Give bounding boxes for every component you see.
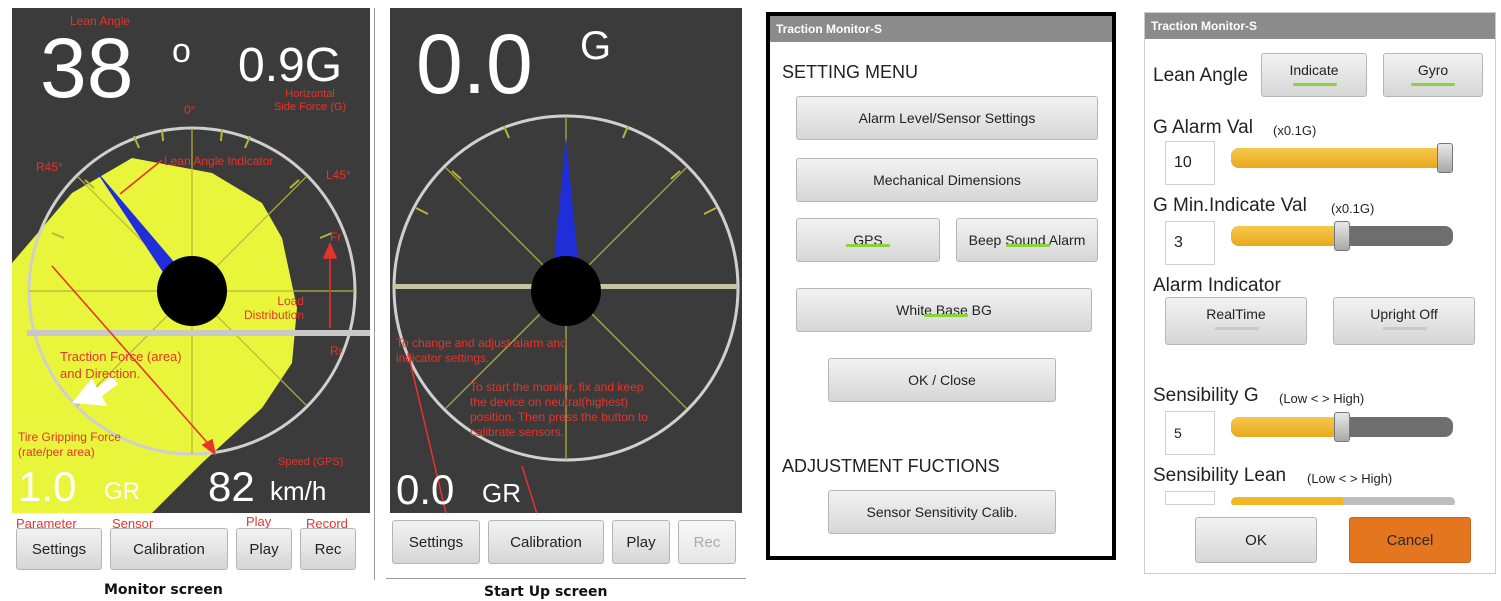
white-bg-toggle-indicator (924, 314, 968, 317)
ok-button[interactable]: OK (1195, 517, 1317, 563)
startup-calibration-button[interactable]: Calibration (488, 520, 604, 564)
r45-label: R45° (36, 160, 63, 174)
startup-gr-unit: GR (482, 478, 521, 508)
g-min-indicate-unit: (x0.1G) (1331, 201, 1375, 216)
g-min-indicate-label: G Min.Indicate Val (1153, 195, 1307, 216)
zero-degree-label: 0° (184, 103, 196, 117)
beep-toggle-indicator (1006, 244, 1050, 247)
slider-fill (1231, 417, 1342, 437)
lean-angle-label: Lean Angle (1153, 65, 1249, 86)
g-alarm-slider[interactable] (1231, 143, 1453, 173)
startup-screen: 0.0 G To change and adjust alarm and ind… (386, 8, 746, 580)
tire-gripping-caption: Tire Gripping Force (rate/per area) (18, 430, 121, 459)
white-base-bg-button[interactable]: White Base BG (796, 288, 1092, 332)
gr-value: 1.0 (18, 463, 77, 510)
load-band (27, 330, 370, 336)
calibration-button[interactable]: Calibration (110, 528, 228, 570)
startup-display: 0.0 G To change and adjust alarm and ind… (390, 8, 742, 513)
monitor-screen-caption: Monitor screen (104, 582, 223, 598)
l45-label: L45° (326, 168, 351, 182)
g-min-slider[interactable] (1231, 221, 1453, 251)
sensibility-lean-label: Sensibility Lean (1153, 465, 1287, 486)
settings-hint: To change and adjust alarm and indicator… (396, 336, 567, 365)
sensibility-g-slider[interactable] (1231, 412, 1453, 442)
alarm-indicator-label: Alarm Indicator (1153, 275, 1281, 296)
mechanical-dimensions-button[interactable]: Mechanical Dimensions (796, 158, 1098, 202)
rr-label: Rr (330, 344, 343, 358)
g-force-value: 0.9G (238, 39, 343, 92)
g-alarm-label: G Alarm Val (1153, 117, 1253, 138)
startup-screen-caption: Start Up screen (484, 584, 608, 600)
startup-play-button[interactable]: Play (612, 520, 670, 564)
adjustment-heading: ADJUSTMENT FUCTIONS (782, 456, 1000, 476)
startup-gr-value: 0.0 (396, 466, 455, 513)
upright-toggle-indicator (1383, 327, 1427, 330)
g-min-value-box[interactable]: 3 (1165, 221, 1215, 265)
alarm-settings-titlebar: Traction Monitor-S (1145, 13, 1495, 39)
g-alarm-value-box[interactable]: 10 (1165, 141, 1215, 185)
beep-sound-button[interactable]: Beep Sound Alarm (956, 218, 1098, 262)
speed-caption: Speed (GPS) (278, 456, 344, 468)
horizontal-side-force-caption: Horizontal Side Force (G) (274, 88, 347, 113)
slider-thumb[interactable] (1334, 221, 1350, 251)
gauge-hub (157, 256, 227, 326)
gyro-button[interactable]: Gyro (1383, 53, 1483, 97)
sensibility-lean-range: (Low < > High) (1307, 471, 1393, 486)
lean-angle-value: 38 (40, 21, 134, 115)
sensibility-lean-partial (1165, 491, 1455, 505)
monitor-screen: Lean Angle 38 o 0.9G Horizontal Side For… (8, 8, 375, 580)
calibration-hint: To start the monitor, fix and keep the d… (470, 380, 648, 439)
gyro-toggle-indicator (1411, 83, 1455, 86)
sensibility-g-label: Sensibility G (1153, 385, 1259, 406)
sensor-sensitivity-button[interactable]: Sensor Sensitivity Calib. (828, 490, 1056, 534)
g-alarm-unit: (x0.1G) (1273, 123, 1317, 138)
cancel-button[interactable]: Cancel (1349, 517, 1471, 563)
alarm-level-button[interactable]: Alarm Level/Sensor Settings (796, 96, 1098, 140)
realtime-button[interactable]: RealTime (1165, 297, 1307, 345)
play-caption: Play (246, 514, 272, 529)
gr-unit: GR (104, 478, 140, 505)
setting-menu-window: Traction Monitor-S SETTING MENU Alarm Le… (766, 12, 1116, 560)
settings-button[interactable]: Settings (16, 528, 102, 570)
monitor-display: Lean Angle 38 o 0.9G Horizontal Side For… (12, 8, 370, 513)
sensibility-g-range: (Low < > High) (1279, 391, 1365, 406)
rec-button[interactable]: Rec (300, 528, 356, 570)
fr-label: Fr (330, 230, 342, 244)
traction-force-caption: Traction Force (area) and Direction. (60, 349, 182, 381)
lean-indicator-caption: Lean Angle Indicator (164, 154, 274, 168)
slider-thumb[interactable] (1437, 143, 1453, 173)
alarm-settings-window: Traction Monitor-S Lean Angle Indicate G… (1144, 12, 1496, 574)
slider-fill (1231, 148, 1445, 168)
startup-g-unit: G (580, 24, 612, 68)
startup-hub (531, 256, 601, 326)
speed-value: 82 (208, 463, 255, 510)
ok-close-button[interactable]: OK / Close (828, 358, 1056, 402)
load-distribution-caption: Load Distribution (244, 294, 305, 322)
realtime-toggle-indicator (1215, 327, 1259, 330)
sensibility-g-value-box[interactable]: 5 (1165, 411, 1215, 455)
play-button[interactable]: Play (236, 528, 292, 570)
startup-rec-button[interactable]: Rec (678, 520, 736, 564)
setting-menu-heading: SETTING MENU (782, 62, 919, 82)
startup-g-value: 0.0 (416, 17, 533, 111)
gps-button[interactable]: GPS (796, 218, 940, 262)
slider-fill (1231, 226, 1342, 246)
degree-sign: o (172, 32, 191, 70)
setting-menu-titlebar: Traction Monitor-S (770, 16, 1112, 42)
upright-off-button[interactable]: Upright Off (1333, 297, 1475, 345)
gps-toggle-indicator (846, 244, 890, 247)
speed-unit: km/h (270, 476, 327, 506)
indicate-button[interactable]: Indicate (1261, 53, 1367, 97)
startup-settings-button[interactable]: Settings (392, 520, 480, 564)
indicate-toggle-indicator (1293, 83, 1337, 86)
slider-thumb[interactable] (1334, 412, 1350, 442)
startup-bottom-rule (386, 578, 746, 579)
